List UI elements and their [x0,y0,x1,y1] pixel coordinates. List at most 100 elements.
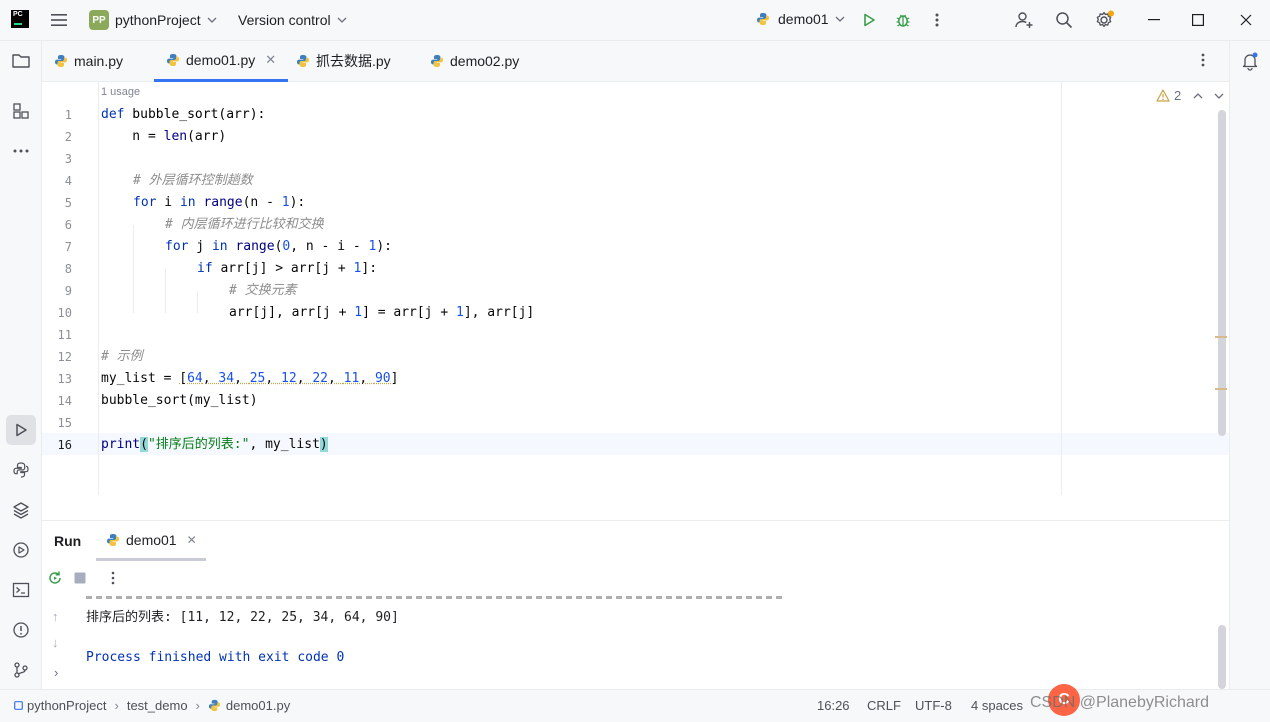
search-icon[interactable] [1053,9,1075,31]
close-icon[interactable]: ✕ [265,52,276,68]
python-file-icon [756,12,770,26]
code-line-9: # 交换元素 [229,280,297,302]
run-icon[interactable] [858,9,880,31]
more-actions-icon[interactable] [111,571,115,588]
code-text: ] = arr[j + [362,305,456,320]
code-line-1: def bubble_sort(arr): [101,104,265,126]
caret-position[interactable]: 16:26 [817,698,850,713]
usage-hint[interactable]: 1 usage [101,86,140,98]
python-console-icon[interactable] [10,459,32,481]
list-literal: [64, 34, 25, 12, 22, 11, 90] [179,371,398,386]
python-file-icon [106,533,120,547]
code-text: ): [290,195,306,210]
inspection-widget[interactable]: 2 [1156,88,1224,103]
tab-scrape-data-py[interactable]: 抓去数据.py [296,41,391,81]
comment: # 交换元素 [229,283,297,298]
tab-label: main.py [74,53,123,69]
project-badge: PP [89,10,109,30]
tab-demo02-py[interactable]: demo02.py [430,41,519,81]
python-file-icon [430,54,444,68]
debug-icon[interactable] [892,9,914,31]
code-line-13: my_list = [64, 34, 25, 12, 22, 11, 90] [101,368,398,390]
run-tab-demo01[interactable]: demo01 ✕ [96,521,206,561]
builtin: len [164,129,187,144]
comment: # 内层循环进行比较和交换 [165,217,324,232]
line-ending[interactable]: CRLF [867,698,901,713]
maximize-button[interactable] [1187,9,1209,31]
layers-icon[interactable] [10,499,32,521]
indent-guide [197,291,198,313]
code-text: [ [179,371,187,386]
scroll-marker [1215,388,1227,390]
code-line-4: # 外层循环控制趟数 [133,170,253,192]
keyword: for [133,195,156,210]
git-icon[interactable] [10,659,32,681]
run-tool-icon[interactable] [6,415,36,445]
add-user-icon[interactable] [1013,9,1035,31]
chevron-down-icon[interactable] [1214,93,1224,99]
more-icon[interactable] [10,140,32,162]
run-tool-window: Run demo01 ✕ ↑ ↓ › 排序后的列表: [11, 12, 22, … [42,520,1229,690]
breadcrumb: pythonProject › test_demo › demo01.py [14,698,290,713]
tab-label: demo01.py [186,52,255,68]
code-line-5: for i in range(n - 1): [133,192,305,214]
scroll-marker [1215,336,1227,338]
indent-setting[interactable]: 4 spaces [971,698,1023,713]
notifications-icon[interactable] [1239,50,1261,72]
tabs-more-icon[interactable] [1201,52,1205,71]
file-encoding[interactable]: UTF-8 [915,698,952,713]
line-number: 9 [42,284,72,298]
folder-icon[interactable] [10,50,32,72]
gutter-divider [98,82,99,495]
tab-demo01-py[interactable]: demo01.py ✕ [154,41,288,82]
code-line-10: arr[j], arr[j + 1] = arr[j + 1], arr[j] [229,302,534,324]
comment: # 外层循环控制趟数 [133,173,253,188]
scroll-down-icon[interactable]: ↓ [52,635,59,650]
builtin: range [196,195,243,210]
chevron-right-icon: › [196,698,200,713]
line-number: 6 [42,218,72,232]
line-number: 5 [42,196,72,210]
settings-icon[interactable] [1093,9,1115,31]
console-exit-line: Process finished with exit code 0 [86,650,344,665]
terminal-icon[interactable] [10,579,32,601]
number: 25 [250,371,266,386]
status-bar: pythonProject › test_demo › demo01.py 16… [0,689,1270,722]
line-number: 7 [42,240,72,254]
services-icon[interactable] [10,539,32,561]
more-actions-icon[interactable] [926,9,948,31]
line-number: 11 [42,328,72,342]
chevron-right-icon[interactable]: › [54,665,58,680]
code-editor[interactable]: 1 usage 2 1 2 3 4 5 6 7 8 9 10 11 12 13 … [42,82,1229,519]
number: 12 [281,371,297,386]
module-icon [14,701,23,710]
run-tab-label: demo01 [126,532,177,548]
minimize-button[interactable] [1143,9,1165,31]
vcs-selector[interactable]: Version control [238,12,347,28]
line-number: 13 [42,372,72,386]
code-text: (arr) [187,129,226,144]
code-line-12: # 示例 [101,346,143,368]
console-scrollbar[interactable] [1218,625,1226,689]
scroll-up-icon[interactable]: ↑ [52,609,59,624]
code-text: n = [101,129,164,144]
main-menu-icon[interactable] [50,12,68,28]
structure-icon[interactable] [10,100,32,122]
chevron-up-icon[interactable] [1193,93,1203,99]
stop-icon[interactable] [74,572,86,587]
project-selector[interactable]: pythonProject [115,12,217,28]
builtin: range [228,239,275,254]
code-text: , my_list [249,437,319,452]
run-header: Run demo01 ✕ [42,521,1229,561]
breadcrumb-item[interactable]: test_demo [127,698,188,713]
close-window-button[interactable] [1235,9,1257,31]
python-file-icon [208,699,221,712]
run-config-selector[interactable]: demo01 [756,11,845,27]
tab-main-py[interactable]: main.py [54,41,123,81]
number: 22 [312,371,328,386]
breadcrumb-item[interactable]: pythonProject [27,698,107,713]
breadcrumb-item[interactable]: demo01.py [226,698,290,713]
problems-icon[interactable] [10,619,32,641]
rerun-icon[interactable] [46,569,64,590]
close-icon[interactable]: ✕ [187,533,197,547]
